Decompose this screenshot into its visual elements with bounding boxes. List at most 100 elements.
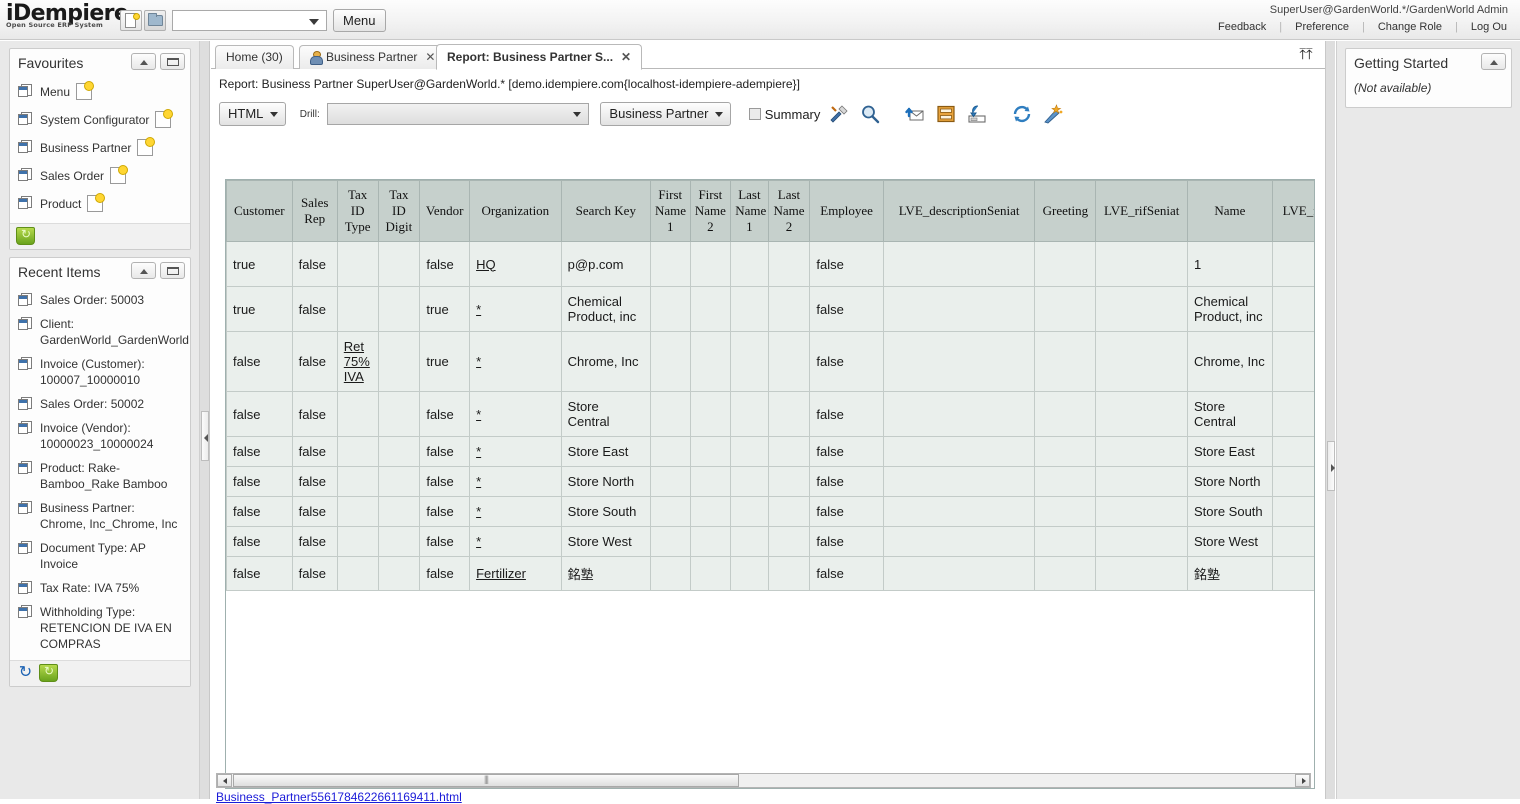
- change-role-link[interactable]: Change Role: [1365, 21, 1455, 33]
- close-icon[interactable]: ✕: [621, 50, 631, 64]
- note-icon[interactable]: [87, 193, 106, 212]
- table-cell[interactable]: *: [469, 331, 562, 392]
- table-cell[interactable]: Ret 75% IVA: [336, 331, 379, 392]
- refresh-icon[interactable]: [1009, 101, 1035, 127]
- cell-link[interactable]: *: [476, 504, 481, 519]
- list-item[interactable]: Withholding Type: RETENCION DE IVA EN CO…: [10, 600, 190, 656]
- trash-icon[interactable]: [39, 664, 58, 682]
- column-header[interactable]: Vendor: [419, 180, 471, 242]
- table-cell[interactable]: HQ: [469, 241, 562, 287]
- drill-table-select[interactable]: Business Partner: [600, 102, 732, 126]
- favourite-item-menu[interactable]: Menu: [10, 79, 190, 107]
- magic-wand-icon[interactable]: [1040, 101, 1066, 127]
- note-icon[interactable]: [155, 109, 174, 128]
- tab-business-partner[interactable]: Business Partner ✕: [299, 45, 447, 69]
- column-header[interactable]: First Name 1: [649, 180, 691, 242]
- table-cell[interactable]: *: [469, 391, 562, 437]
- column-header[interactable]: Greeting: [1034, 180, 1097, 242]
- magnifier-icon[interactable]: [857, 101, 883, 127]
- report-table-container[interactable]: Customer Sales Rep Tax ID Type Tax ID Digit…: [225, 179, 1315, 789]
- export-format-select[interactable]: HTML: [219, 102, 287, 126]
- cell-link[interactable]: *: [476, 302, 481, 317]
- column-header[interactable]: Customer: [226, 180, 293, 242]
- table-cell[interactable]: *: [469, 526, 562, 557]
- favourite-item-system-configurator[interactable]: System Configurator: [10, 107, 190, 135]
- table-cell[interactable]: *: [469, 286, 562, 332]
- note-icon[interactable]: [110, 165, 129, 184]
- cell-link[interactable]: Fertilizer: [476, 566, 526, 581]
- list-item[interactable]: Invoice (Customer): 100007_10000010: [10, 352, 190, 392]
- column-header[interactable]: LVE_nameSeniat: [1271, 180, 1314, 242]
- table-cell[interactable]: *: [469, 436, 562, 467]
- scrollbar-thumb[interactable]: [233, 774, 739, 787]
- favourite-item-sales-order[interactable]: Sales Order: [10, 163, 190, 191]
- collapse-all-icon[interactable]: ⤒⤒: [1297, 47, 1315, 65]
- preference-link[interactable]: Preference: [1282, 21, 1362, 33]
- global-search-select[interactable]: [172, 10, 327, 31]
- column-header[interactable]: Last Name 1: [730, 180, 769, 242]
- send-mail-icon[interactable]: [902, 101, 928, 127]
- getting-started-collapse-button[interactable]: [1481, 53, 1506, 70]
- open-window-button[interactable]: [144, 10, 166, 31]
- feedback-link[interactable]: Feedback: [1205, 21, 1279, 33]
- list-item[interactable]: Document Type: AP Invoice: [10, 536, 190, 576]
- summary-checkbox[interactable]: Summary: [748, 107, 820, 122]
- column-header[interactable]: Tax ID Type: [336, 180, 379, 242]
- tab-home[interactable]: Home (30): [215, 45, 294, 69]
- column-header[interactable]: Organization: [469, 180, 562, 242]
- list-item[interactable]: Invoice (Vendor): 10000023_10000024: [10, 416, 190, 456]
- scroll-right-button[interactable]: [1295, 774, 1310, 787]
- list-item[interactable]: Business Partner: Chrome, Inc_Chrome, In…: [10, 496, 190, 536]
- table-cell[interactable]: Fertilizer: [469, 556, 562, 591]
- tab-report-business-partner[interactable]: Report: Business Partner S... ✕: [436, 44, 643, 70]
- favourite-item-product[interactable]: Product: [10, 191, 190, 219]
- rightpanel-collapse-handle[interactable]: [1325, 41, 1335, 799]
- note-icon[interactable]: [76, 81, 95, 100]
- cell-link[interactable]: *: [476, 444, 481, 459]
- list-item[interactable]: Client: GardenWorld_GardenWorld: [10, 312, 190, 352]
- cell-link[interactable]: Ret 75% IVA: [344, 339, 370, 384]
- trash-icon[interactable]: [16, 227, 35, 245]
- column-header[interactable]: Search Key: [560, 180, 651, 242]
- column-header[interactable]: LVE_descriptionSeniat: [882, 180, 1036, 242]
- drill-select[interactable]: [327, 103, 590, 125]
- recent-maximize-button[interactable]: [160, 262, 185, 279]
- column-header[interactable]: Employee: [809, 180, 884, 242]
- favourites-maximize-button[interactable]: [160, 53, 185, 70]
- favourite-item-business-partner[interactable]: Business Partner: [10, 135, 190, 163]
- table-cell[interactable]: *: [469, 466, 562, 497]
- close-icon[interactable]: ✕: [425, 50, 435, 64]
- column-header[interactable]: First Name 2: [689, 180, 732, 242]
- list-item[interactable]: Product: Rake-Bamboo_Rake Bamboo: [10, 456, 190, 496]
- new-window-button[interactable]: [120, 10, 142, 31]
- cell-link[interactable]: *: [476, 474, 481, 489]
- column-header[interactable]: Tax ID Digit: [377, 180, 421, 242]
- sidebar-collapse-handle[interactable]: [200, 41, 210, 799]
- list-item[interactable]: Sales Order: 50003: [10, 288, 190, 312]
- collapse-grip[interactable]: [1327, 441, 1335, 491]
- table-cell[interactable]: *: [469, 496, 562, 527]
- column-header[interactable]: Name: [1186, 180, 1273, 242]
- report-file-link[interactable]: Business_Partner5561784622661169411.html: [216, 790, 462, 804]
- archive-cabinet-icon[interactable]: [933, 101, 959, 127]
- export-save-icon[interactable]: [964, 101, 990, 127]
- cell-link[interactable]: *: [476, 534, 481, 549]
- checkbox-box[interactable]: [748, 107, 761, 120]
- note-icon[interactable]: [137, 137, 156, 156]
- customize-tools-icon[interactable]: [826, 101, 852, 127]
- column-header[interactable]: Sales Rep: [291, 180, 338, 242]
- menu-button[interactable]: Menu: [333, 9, 386, 32]
- logout-link[interactable]: Log Ou: [1458, 21, 1520, 33]
- list-item[interactable]: Tax Rate: IVA 75%: [10, 576, 190, 600]
- cell-link[interactable]: *: [476, 407, 481, 422]
- cell-link[interactable]: HQ: [476, 257, 496, 272]
- list-item[interactable]: Sales Order: 50002: [10, 392, 190, 416]
- cell-link[interactable]: *: [476, 354, 481, 369]
- collapse-grip[interactable]: [201, 411, 209, 461]
- column-header[interactable]: LVE_rifSeniat: [1095, 180, 1188, 242]
- refresh-icon[interactable]: ↻: [16, 664, 35, 682]
- horizontal-scrollbar[interactable]: [216, 773, 1311, 788]
- recent-collapse-button[interactable]: [131, 262, 156, 279]
- favourites-collapse-button[interactable]: [131, 53, 156, 70]
- column-header[interactable]: Last Name 2: [767, 180, 811, 242]
